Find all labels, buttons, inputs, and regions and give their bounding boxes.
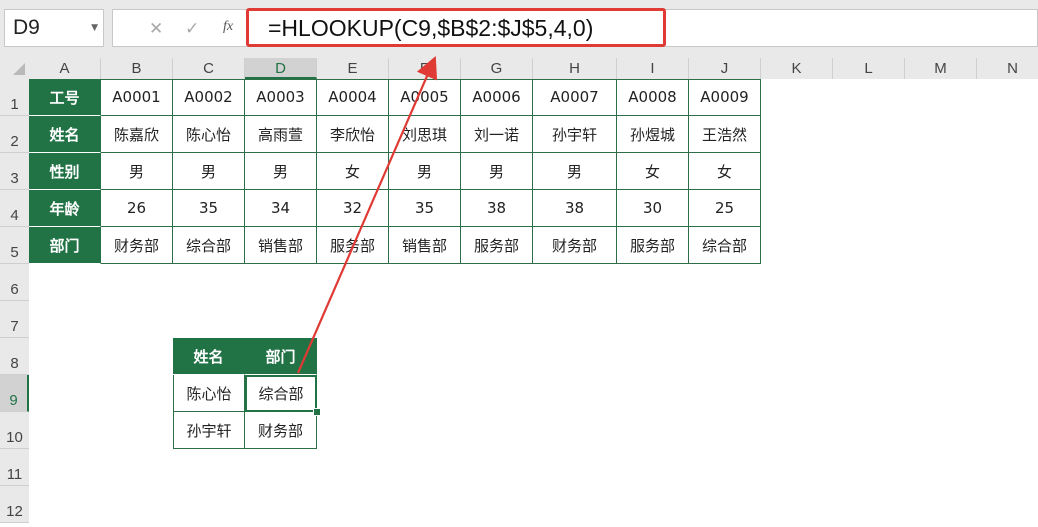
table1-data-cell[interactable]: 男 [533,153,617,190]
table1-label-cell[interactable]: 性别 [29,153,101,190]
column-header-a[interactable]: A [29,58,101,79]
row-header-11[interactable]: 11 [0,449,29,486]
fill-handle[interactable] [313,408,321,416]
table1-data-cell[interactable]: 孙煜城 [617,116,689,153]
row-header-3[interactable]: 3 [0,153,29,190]
table1-data-cell[interactable]: 财务部 [533,227,617,264]
table1-label-cell[interactable]: 姓名 [29,116,101,153]
table1-data-cell[interactable]: 30 [617,190,689,227]
table2-data-cell[interactable]: 陈心怡 [173,375,245,412]
confirm-check-icon[interactable]: ✓ [185,19,199,39]
table1-data-cell[interactable]: 男 [245,153,317,190]
insert-function-icon[interactable]: fx [223,19,233,35]
table1-label-cell[interactable]: 部门 [29,227,101,264]
select-all-corner[interactable] [13,63,25,75]
table1-data-cell[interactable]: 综合部 [173,227,245,264]
column-header-c[interactable]: C [173,58,245,79]
cancel-icon[interactable]: ✕ [149,19,163,39]
column-header-m[interactable]: M [905,58,977,79]
table1-border [101,79,761,80]
table1-data-cell[interactable]: 刘一诺 [461,116,533,153]
table1-data-cell[interactable]: A0001 [101,79,173,116]
row-header-7[interactable]: 7 [0,301,29,338]
table1-data-cell[interactable]: 34 [245,190,317,227]
table1-data-cell[interactable]: 35 [389,190,461,227]
column-header-g[interactable]: G [461,58,533,79]
table1-data-cell[interactable]: 26 [101,190,173,227]
table1-data-cell[interactable]: 王浩然 [689,116,761,153]
row-header-10[interactable]: 10 [0,412,29,449]
row-header-6[interactable]: 6 [0,264,29,301]
table1-data-cell[interactable]: 销售部 [245,227,317,264]
table2-data-cell[interactable]: 财务部 [245,412,317,449]
name-box[interactable]: D9 ▼ [4,9,104,47]
row-header-9[interactable]: 9 [0,375,29,412]
column-header-e[interactable]: E [317,58,389,79]
table1-data-cell[interactable]: 男 [461,153,533,190]
table1-data-cell[interactable]: A0002 [173,79,245,116]
column-header-b[interactable]: B [101,58,173,79]
column-header-k[interactable]: K [761,58,833,79]
table1-data-cell[interactable]: 销售部 [389,227,461,264]
table2-header-cell[interactable]: 部门 [245,338,317,375]
name-box-value: D9 [13,16,40,39]
column-header-f[interactable]: F [389,58,461,79]
row-header-5[interactable]: 5 [0,227,29,264]
column-header-l[interactable]: L [833,58,905,79]
column-header-j[interactable]: J [689,58,761,79]
table2-header-cell[interactable]: 姓名 [173,338,245,375]
table1-data-cell[interactable]: A0005 [389,79,461,116]
table1-data-cell[interactable]: A0006 [461,79,533,116]
table1-data-cell[interactable]: 服务部 [317,227,389,264]
table1-data-cell[interactable]: 服务部 [461,227,533,264]
column-header-n[interactable]: N [977,58,1038,79]
table1-data-cell[interactable]: A0003 [245,79,317,116]
table1-data-cell[interactable]: A0008 [617,79,689,116]
formula-text: =HLOOKUP(C9,$B$2:$J$5,4,0) [268,15,594,41]
table1-data-cell[interactable]: 女 [689,153,761,190]
table1-data-cell[interactable]: 刘思琪 [389,116,461,153]
column-header-h[interactable]: H [533,58,617,79]
column-header-d[interactable]: D [245,58,317,79]
table1-data-cell[interactable]: 35 [173,190,245,227]
active-cell-d9[interactable]: 综合部 [245,375,317,412]
table2-data-cell[interactable]: 孙宇轩 [173,412,245,449]
row-header-8[interactable]: 8 [0,338,29,375]
formula-input[interactable]: =HLOOKUP(C9,$B$2:$J$5,4,0) [246,8,666,47]
column-header-i[interactable]: I [617,58,689,79]
table1-label-cell[interactable]: 工号 [29,79,101,116]
table1-data-cell[interactable]: 服务部 [617,227,689,264]
table1-data-cell[interactable]: 25 [689,190,761,227]
table1-data-cell[interactable]: 38 [533,190,617,227]
table1-data-cell[interactable]: 女 [317,153,389,190]
table1-data-cell[interactable]: 女 [617,153,689,190]
table1-data-cell[interactable]: 陈嘉欣 [101,116,173,153]
row-header-1[interactable]: 1 [0,79,29,116]
table1-data-cell[interactable]: 综合部 [689,227,761,264]
table1-data-cell[interactable]: A0004 [317,79,389,116]
chevron-down-icon[interactable]: ▼ [91,23,98,33]
row-header-12[interactable]: 12 [0,486,29,523]
table1-data-cell[interactable]: A0007 [533,79,617,116]
table1-data-cell[interactable]: A0009 [689,79,761,116]
table1-label-cell[interactable]: 年龄 [29,190,101,227]
table1-data-cell[interactable]: 李欣怡 [317,116,389,153]
table1-data-cell[interactable]: 38 [461,190,533,227]
table1-data-cell[interactable]: 财务部 [101,227,173,264]
row-header-2[interactable]: 2 [0,116,29,153]
table1-data-cell[interactable]: 男 [389,153,461,190]
table1-data-cell[interactable]: 32 [317,190,389,227]
table1-data-cell[interactable]: 高雨萱 [245,116,317,153]
row-header-4[interactable]: 4 [0,190,29,227]
table1-data-cell[interactable]: 男 [101,153,173,190]
table1-data-cell[interactable]: 男 [173,153,245,190]
table1-data-cell[interactable]: 孙宇轩 [533,116,617,153]
table1-data-cell[interactable]: 陈心怡 [173,116,245,153]
